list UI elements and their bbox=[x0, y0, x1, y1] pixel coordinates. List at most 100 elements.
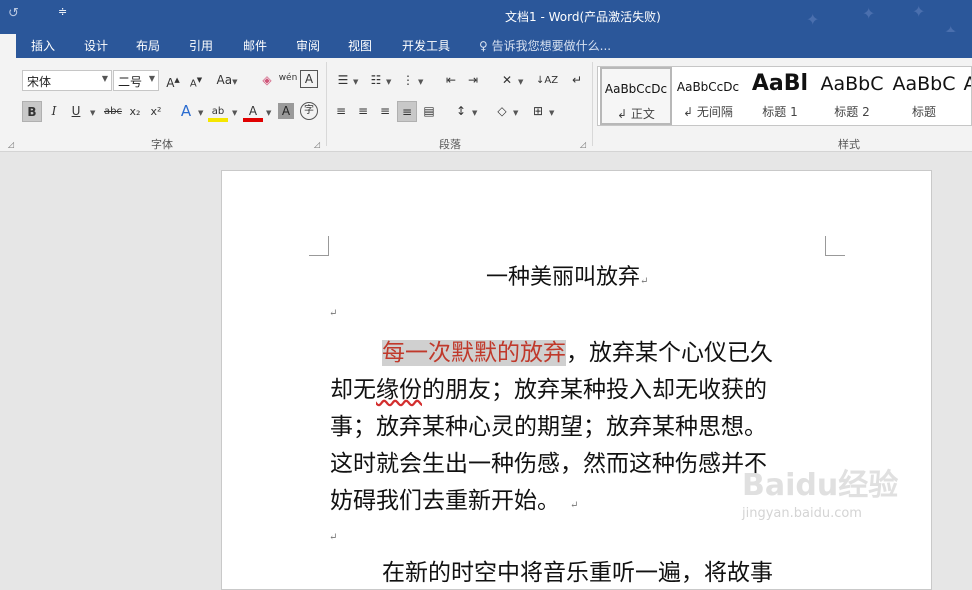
bird-decoration-icon: ✦ bbox=[806, 10, 820, 29]
tab-mailings[interactable]: 邮件 bbox=[243, 37, 267, 54]
paragraph-mark: ↵ bbox=[329, 308, 338, 319]
underline-button[interactable]: U bbox=[66, 101, 86, 122]
style-sample: A bbox=[960, 73, 972, 95]
paragraph-line[interactable]: 事；放弃某种心灵的期望；放弃某种思想。 bbox=[330, 407, 767, 441]
paragraph-dialog-launcher-icon[interactable]: ◿ bbox=[580, 140, 586, 149]
chevron-down-icon[interactable]: ▼ bbox=[266, 109, 271, 117]
chevron-down-icon[interactable]: ▼ bbox=[418, 78, 423, 86]
style-normal[interactable]: AaBbCcDc ↲ 正文 bbox=[600, 67, 672, 125]
italic-button[interactable]: I bbox=[44, 101, 64, 122]
chevron-down-icon[interactable]: ▼ bbox=[513, 109, 518, 117]
sort-icon[interactable]: ↓AZ bbox=[536, 70, 558, 91]
numbering-icon[interactable]: ☷ bbox=[366, 70, 386, 91]
chevron-down-icon[interactable]: ▼ bbox=[90, 109, 95, 117]
align-center-icon[interactable]: ≡ bbox=[353, 101, 373, 122]
group-separator bbox=[592, 62, 593, 146]
highlight-color-icon[interactable]: ab bbox=[208, 101, 228, 122]
style-sample: AaBl bbox=[751, 71, 809, 96]
bold-button[interactable]: B bbox=[22, 101, 42, 122]
enclose-characters-button[interactable]: 字 bbox=[300, 102, 318, 120]
character-border-button[interactable]: A bbox=[300, 70, 318, 88]
tab-view[interactable]: 视图 bbox=[348, 37, 372, 54]
style-no-spacing[interactable]: AaBbCcDc ↲ 无间隔 bbox=[672, 67, 744, 125]
text-effects-button[interactable]: A bbox=[176, 101, 196, 122]
customize-qat-icon[interactable]: ≑ bbox=[58, 5, 67, 18]
line-spacing-icon[interactable]: ↕ bbox=[451, 101, 471, 122]
distributed-icon[interactable]: ▤ bbox=[419, 101, 439, 122]
grow-font-button[interactable]: A▲ bbox=[163, 70, 183, 91]
style-sample: AaBbCcDc bbox=[676, 80, 740, 94]
chevron-down-icon[interactable]: ▼ bbox=[353, 78, 358, 86]
tab-references[interactable]: 引用 bbox=[189, 37, 213, 54]
style-sample: AaBbCcDc bbox=[604, 82, 668, 96]
enclose-characters-icon: 字 bbox=[304, 105, 314, 116]
superscript-button[interactable]: x² bbox=[146, 101, 166, 122]
title-bar: ↺ ≑ 文档1 - Word(产品激活失败) ✦ ✦ ✦ ✦ bbox=[0, 0, 972, 41]
character-shading-button[interactable]: A bbox=[278, 103, 294, 119]
chevron-down-icon: ▼ bbox=[101, 74, 108, 83]
spelling-error[interactable]: 缘份 bbox=[376, 377, 422, 403]
undo-icon[interactable]: ↺ bbox=[8, 6, 19, 21]
chevron-down-icon[interactable]: ▼ bbox=[518, 78, 523, 86]
style-heading-1[interactable]: AaBl 标题 1 bbox=[744, 67, 816, 125]
tab-layout[interactable]: 布局 bbox=[136, 37, 160, 54]
change-case-icon: Aa bbox=[216, 73, 233, 87]
bullets-icon[interactable]: ☰ bbox=[333, 70, 353, 91]
dialog-launcher-icon[interactable]: ◿ bbox=[8, 140, 14, 149]
ribbon-tab-bar: 插入 设计 布局 引用 邮件 审阅 视图 开发工具 ♀ 告诉我您想要做什么... bbox=[0, 32, 972, 58]
document-title[interactable]: 一种美丽叫放弃↵ bbox=[486, 259, 648, 291]
chevron-down-icon[interactable]: ▼ bbox=[386, 78, 391, 86]
subscript-button[interactable]: x₂ bbox=[125, 101, 145, 122]
strikethrough-button[interactable]: abc bbox=[101, 101, 125, 122]
justify-icon[interactable]: ≡ bbox=[397, 101, 417, 122]
watermark-url: jingyan.baidu.com bbox=[742, 506, 862, 521]
font-name-combo[interactable]: 宋体 ▼ bbox=[22, 70, 112, 91]
tab-insert[interactable]: 插入 bbox=[31, 37, 55, 54]
shading-bucket-icon[interactable]: ◇ bbox=[492, 101, 512, 122]
chevron-down-icon[interactable]: ▼ bbox=[198, 109, 203, 117]
paragraph-line[interactable]: 这时就会生出一种伤感，然而这种伤感并不 bbox=[330, 444, 767, 478]
paragraph-group-label: 段落 bbox=[439, 138, 461, 151]
selected-text[interactable]: 每一次默默的放弃 bbox=[382, 340, 566, 366]
tell-me-search[interactable]: ♀ 告诉我您想要做什么... bbox=[479, 37, 611, 54]
watermark-brand: Baidu经验 bbox=[742, 468, 899, 503]
paragraph-line[interactable]: 在新的时空中将音乐重听一遍，将故事 bbox=[382, 553, 773, 587]
paragraph-line[interactable]: 妨碍我们去重新开始。 ↵ bbox=[330, 481, 578, 515]
tab-review[interactable]: 审阅 bbox=[296, 37, 320, 54]
styles-group-label: 样式 bbox=[838, 138, 860, 151]
crop-mark bbox=[825, 236, 845, 256]
borders-icon[interactable]: ⊞ bbox=[528, 101, 548, 122]
font-dialog-launcher-icon[interactable]: ◿ bbox=[314, 140, 320, 149]
font-color-button[interactable]: A bbox=[243, 101, 263, 122]
bold-icon: B bbox=[27, 105, 37, 119]
paragraph-line[interactable]: 却无缘份的朋友；放弃某种投入却无收获的 bbox=[330, 370, 767, 404]
underline-icon: U bbox=[71, 104, 81, 118]
character-border-icon: A bbox=[304, 72, 314, 86]
decrease-indent-icon[interactable]: ⇤ bbox=[441, 70, 461, 91]
style-subtitle[interactable]: A bbox=[960, 67, 972, 125]
style-name: 标题 bbox=[911, 105, 936, 119]
show-marks-icon[interactable]: ↵ bbox=[567, 70, 587, 91]
style-name: ↲ 正文 bbox=[617, 107, 655, 121]
align-left-icon[interactable]: ≡ bbox=[331, 101, 351, 122]
style-heading-2[interactable]: AaBbC 标题 2 bbox=[816, 67, 888, 125]
style-title[interactable]: AaBbC 标题 bbox=[888, 67, 960, 125]
increase-indent-icon[interactable]: ⇥ bbox=[463, 70, 483, 91]
tab-developer[interactable]: 开发工具 bbox=[402, 37, 450, 54]
tab-active-home[interactable] bbox=[0, 34, 16, 58]
change-case-button[interactable]: Aa▼ bbox=[213, 70, 241, 91]
tab-design[interactable]: 设计 bbox=[84, 37, 108, 54]
align-right-icon[interactable]: ≡ bbox=[375, 101, 395, 122]
crop-mark bbox=[309, 236, 329, 256]
chevron-down-icon[interactable]: ▼ bbox=[549, 109, 554, 117]
chevron-down-icon[interactable]: ▼ bbox=[232, 109, 237, 117]
font-size-combo[interactable]: 二号 ▼ bbox=[113, 70, 159, 91]
shrink-font-button[interactable]: A▼ bbox=[186, 70, 206, 91]
style-name: 标题 1 bbox=[762, 105, 798, 119]
chinese-layout-icon[interactable]: ✕ bbox=[497, 70, 517, 91]
paragraph-line[interactable]: 每一次默默的放弃，放弃某个心仪已久 bbox=[382, 333, 773, 367]
phonetic-guide-button[interactable]: wén bbox=[278, 68, 298, 89]
chevron-down-icon[interactable]: ▼ bbox=[472, 109, 477, 117]
clear-format-icon[interactable]: ◈ bbox=[257, 70, 277, 91]
multilevel-list-icon[interactable]: ⋮ bbox=[398, 70, 418, 91]
